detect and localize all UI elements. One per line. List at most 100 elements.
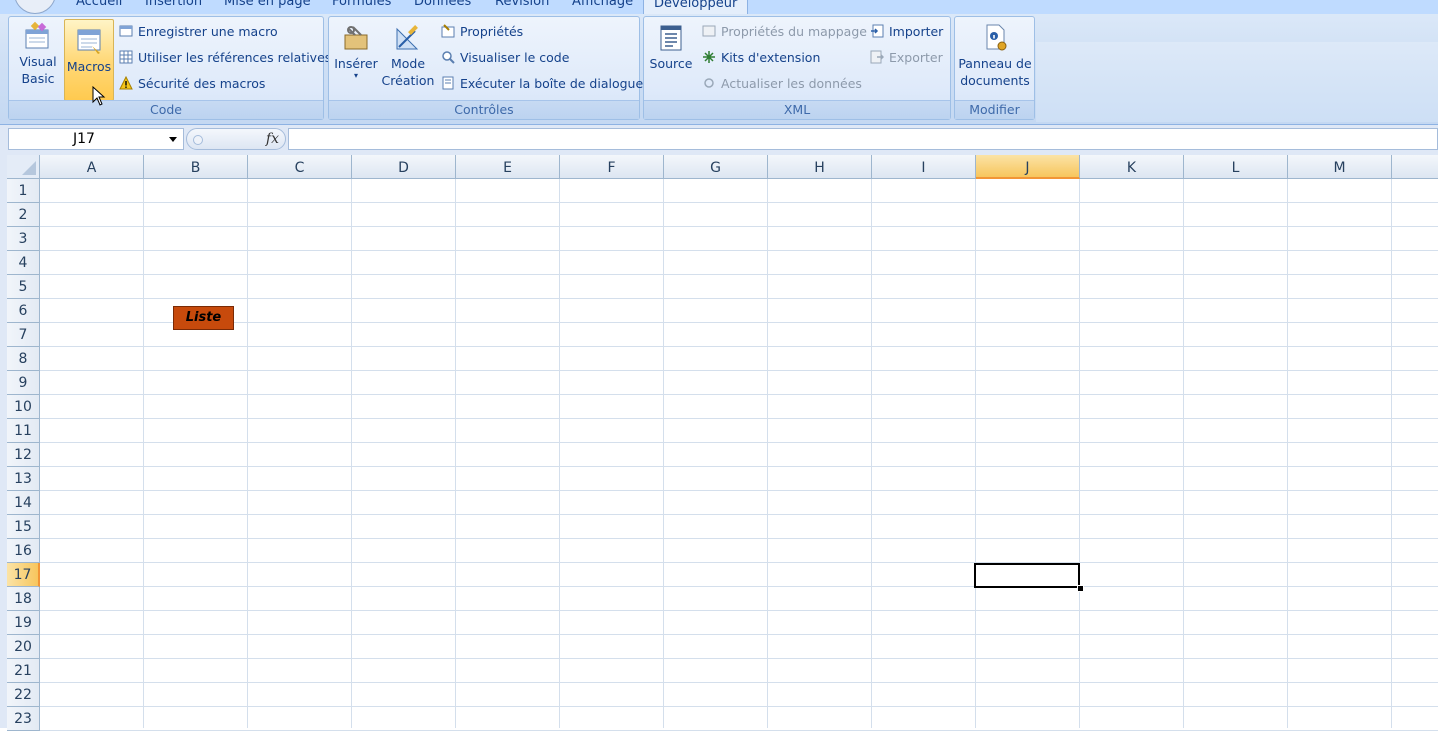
column-header-partial[interactable] [1392,155,1438,179]
row-header-5[interactable]: 5 [7,275,40,299]
row-header-14[interactable]: 14 [7,491,40,515]
proprietes-mappage-button[interactable]: Propriétés du mappage [702,22,867,42]
visual-basic-icon [25,21,49,49]
visualiser-code-label: Visualiser le code [460,50,570,65]
gridline-vertical [351,179,352,728]
group-modifier: Panneau de documents Modifier [954,16,1035,120]
row-header-12[interactable]: 12 [7,443,40,467]
visual-basic-button[interactable]: Visual Basic [15,21,61,87]
inserer-button[interactable]: Insérer ▾ [333,23,379,80]
tab-mise-en-page[interactable]: Mise en page [224,0,311,9]
ribbon: Visual Basic Macros Enregistrer une macr… [0,14,1438,125]
row-header-23[interactable]: 23 [7,707,40,731]
gridline-horizontal [40,586,1438,587]
formula-bar: J17 fx [0,125,1438,155]
source-button[interactable]: Source [648,23,694,72]
column-header-f[interactable]: F [560,155,664,179]
column-header-j[interactable]: J [976,155,1080,179]
column-header-c[interactable]: C [248,155,352,179]
tab-donnees[interactable]: Données [414,0,471,9]
office-button[interactable] [14,0,56,14]
column-header-l[interactable]: L [1184,155,1288,179]
mode-creation-button[interactable]: Mode Création [381,23,435,89]
row-header-9[interactable]: 9 [7,371,40,395]
row-header-22[interactable]: 22 [7,683,40,707]
gridline-horizontal [40,466,1438,467]
row-header-21[interactable]: 21 [7,659,40,683]
fill-handle[interactable] [1077,585,1084,592]
tab-revision[interactable]: Révision [495,0,549,9]
exporter-button[interactable]: Exporter [870,48,943,68]
column-header-k[interactable]: K [1080,155,1184,179]
row-header-10[interactable]: 10 [7,395,40,419]
actualiser-donnees-button[interactable]: Actualiser les données [702,74,862,94]
xml-source-icon [660,25,682,51]
worksheet-grid[interactable]: ABCDEFGHIJKLM 1 2 3 4 5 6 7 8 9 10 11 12 13 14 15 16 17 1… [0,155,1438,731]
kits-extension-button[interactable]: Kits d'extension [702,48,820,68]
references-relatives-button[interactable]: Utiliser les références relatives [119,48,331,68]
visualiser-code-button[interactable]: Visualiser le code [441,48,569,68]
tab-insertion[interactable]: Insertion [145,0,202,9]
gridline-horizontal [40,682,1438,683]
executer-dialogue-label: Exécuter la boîte de dialogue [460,76,644,91]
insert-function-icon[interactable]: fx [266,131,279,147]
row-header-13[interactable]: 13 [7,467,40,491]
row-header-20[interactable]: 20 [7,635,40,659]
tab-affichage[interactable]: Affichage [572,0,633,9]
row-header-8[interactable]: 8 [7,347,40,371]
import-icon [871,24,884,38]
gridline-horizontal [40,346,1438,347]
liste-form-button[interactable]: Liste [173,306,234,330]
row-header-11[interactable]: 11 [7,419,40,443]
row-header-4[interactable]: 4 [7,251,40,275]
relative-references-icon [119,50,133,64]
row-header-6[interactable]: 6 [7,299,40,323]
name-box[interactable]: J17 [8,128,184,150]
tab-accueil[interactable]: Accueil [76,0,122,9]
gridline-horizontal [40,562,1438,563]
select-all-triangle-icon [22,161,36,175]
row-header-2[interactable]: 2 [7,203,40,227]
column-header-e[interactable]: E [456,155,560,179]
executer-dialogue-button[interactable]: Exécuter la boîte de dialogue [441,74,643,94]
gridline-vertical [1079,179,1080,728]
name-box-dropdown-icon[interactable] [169,137,177,142]
column-header-m[interactable]: M [1288,155,1392,179]
tab-formules[interactable]: Formules [332,0,391,9]
enregistrer-macro-button[interactable]: Enregistrer une macro [119,22,278,42]
row-header-17[interactable]: 17 [7,563,40,587]
column-header-g[interactable]: G [664,155,768,179]
active-cell-j17[interactable] [974,563,1080,588]
securite-macros-button[interactable]: Sécurité des macros [119,74,265,94]
gridline-vertical [663,179,664,728]
formula-input[interactable] [288,128,1438,150]
row-header-16[interactable]: 16 [7,539,40,563]
gridline-horizontal [40,370,1438,371]
column-header-b[interactable]: B [144,155,248,179]
design-mode-icon [396,25,419,50]
row-header-15[interactable]: 15 [7,515,40,539]
column-header-d[interactable]: D [352,155,456,179]
row-header-3[interactable]: 3 [7,227,40,251]
formula-bar-resize-handle[interactable] [193,135,203,145]
tab-developpeur[interactable]: Développeur [643,0,749,14]
select-all-corner[interactable] [7,155,40,179]
panneau-documents-label-2: documents [960,73,1030,88]
panneau-documents-label-1: Panneau de [958,56,1032,71]
row-header-7[interactable]: 7 [7,323,40,347]
column-header-i[interactable]: I [872,155,976,179]
warning-icon [119,76,133,90]
group-xml: Source Propriétés du mappage Kits d'exte… [643,16,951,120]
row-header-1[interactable]: 1 [7,179,40,203]
proprietes-button[interactable]: Propriétés [441,22,523,42]
gridline-horizontal [40,634,1438,635]
row-header-19[interactable]: 19 [7,611,40,635]
column-header-a[interactable]: A [40,155,144,179]
panneau-documents-button[interactable]: Panneau de documents [957,23,1033,89]
gridline-vertical [455,179,456,728]
gridline-horizontal [40,442,1438,443]
row-header-18[interactable]: 18 [7,587,40,611]
column-header-h[interactable]: H [768,155,872,179]
gridline-horizontal [40,274,1438,275]
importer-button[interactable]: Importer [870,22,943,42]
